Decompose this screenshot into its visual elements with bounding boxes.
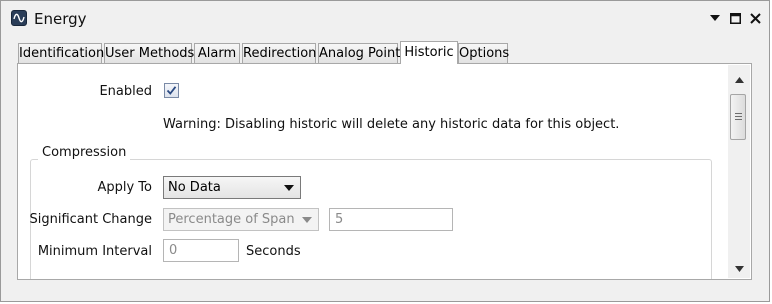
historic-panel: Enabled Warning: Disabling historic will… bbox=[17, 63, 752, 280]
tab-alarm[interactable]: Alarm bbox=[194, 43, 240, 63]
window-title: Energy bbox=[34, 10, 87, 28]
grip-line bbox=[735, 119, 742, 120]
chevron-down-icon bbox=[302, 217, 312, 223]
chevron-down-icon bbox=[284, 185, 294, 191]
waveform-icon bbox=[11, 10, 27, 26]
significant-change-mode-value: Percentage of Span bbox=[168, 212, 295, 227]
maximize-icon[interactable] bbox=[727, 10, 743, 26]
compression-legend: Compression bbox=[38, 145, 131, 160]
title-bar: Energy bbox=[1, 1, 769, 37]
vertical-scrollbar[interactable] bbox=[728, 65, 750, 278]
minimum-interval-label: Minimum Interval bbox=[37, 244, 152, 259]
close-icon[interactable] bbox=[747, 10, 763, 26]
historic-content: Enabled Warning: Disabling historic will… bbox=[18, 64, 726, 279]
significant-change-label: Significant Change bbox=[29, 212, 152, 227]
apply-to-select[interactable]: No Data bbox=[163, 176, 301, 199]
grip-line bbox=[735, 116, 742, 117]
scroll-down-arrow-icon[interactable] bbox=[728, 260, 750, 278]
tab-user-methods[interactable]: User Methods bbox=[104, 43, 194, 63]
tab-options[interactable]: Options bbox=[458, 43, 509, 63]
checkmark-icon bbox=[166, 86, 177, 95]
dropdown-arrow-icon[interactable] bbox=[707, 10, 723, 26]
minimum-interval-input[interactable]: 0 bbox=[163, 239, 239, 262]
historic-warning: Warning: Disabling historic will delete … bbox=[163, 117, 620, 132]
energy-window: Energy Identification User Methods Alarm… bbox=[0, 0, 770, 302]
tab-redirection[interactable]: Redirection bbox=[242, 43, 316, 63]
scrollbar-thumb[interactable] bbox=[730, 94, 746, 140]
enabled-checkbox[interactable] bbox=[164, 83, 179, 98]
enabled-label: Enabled bbox=[99, 84, 152, 99]
seconds-label: Seconds bbox=[246, 244, 301, 259]
tab-analog-point[interactable]: Analog Point bbox=[318, 43, 400, 63]
significant-change-input[interactable]: 5 bbox=[329, 208, 453, 231]
grip-line bbox=[735, 113, 742, 114]
apply-to-value: No Data bbox=[168, 180, 221, 195]
scroll-up-arrow-icon[interactable] bbox=[728, 71, 750, 89]
tab-historic[interactable]: Historic bbox=[400, 41, 458, 64]
tab-identification[interactable]: Identification bbox=[18, 43, 104, 63]
significant-change-mode-select[interactable]: Percentage of Span bbox=[163, 208, 319, 231]
apply-to-label: Apply To bbox=[97, 180, 152, 195]
